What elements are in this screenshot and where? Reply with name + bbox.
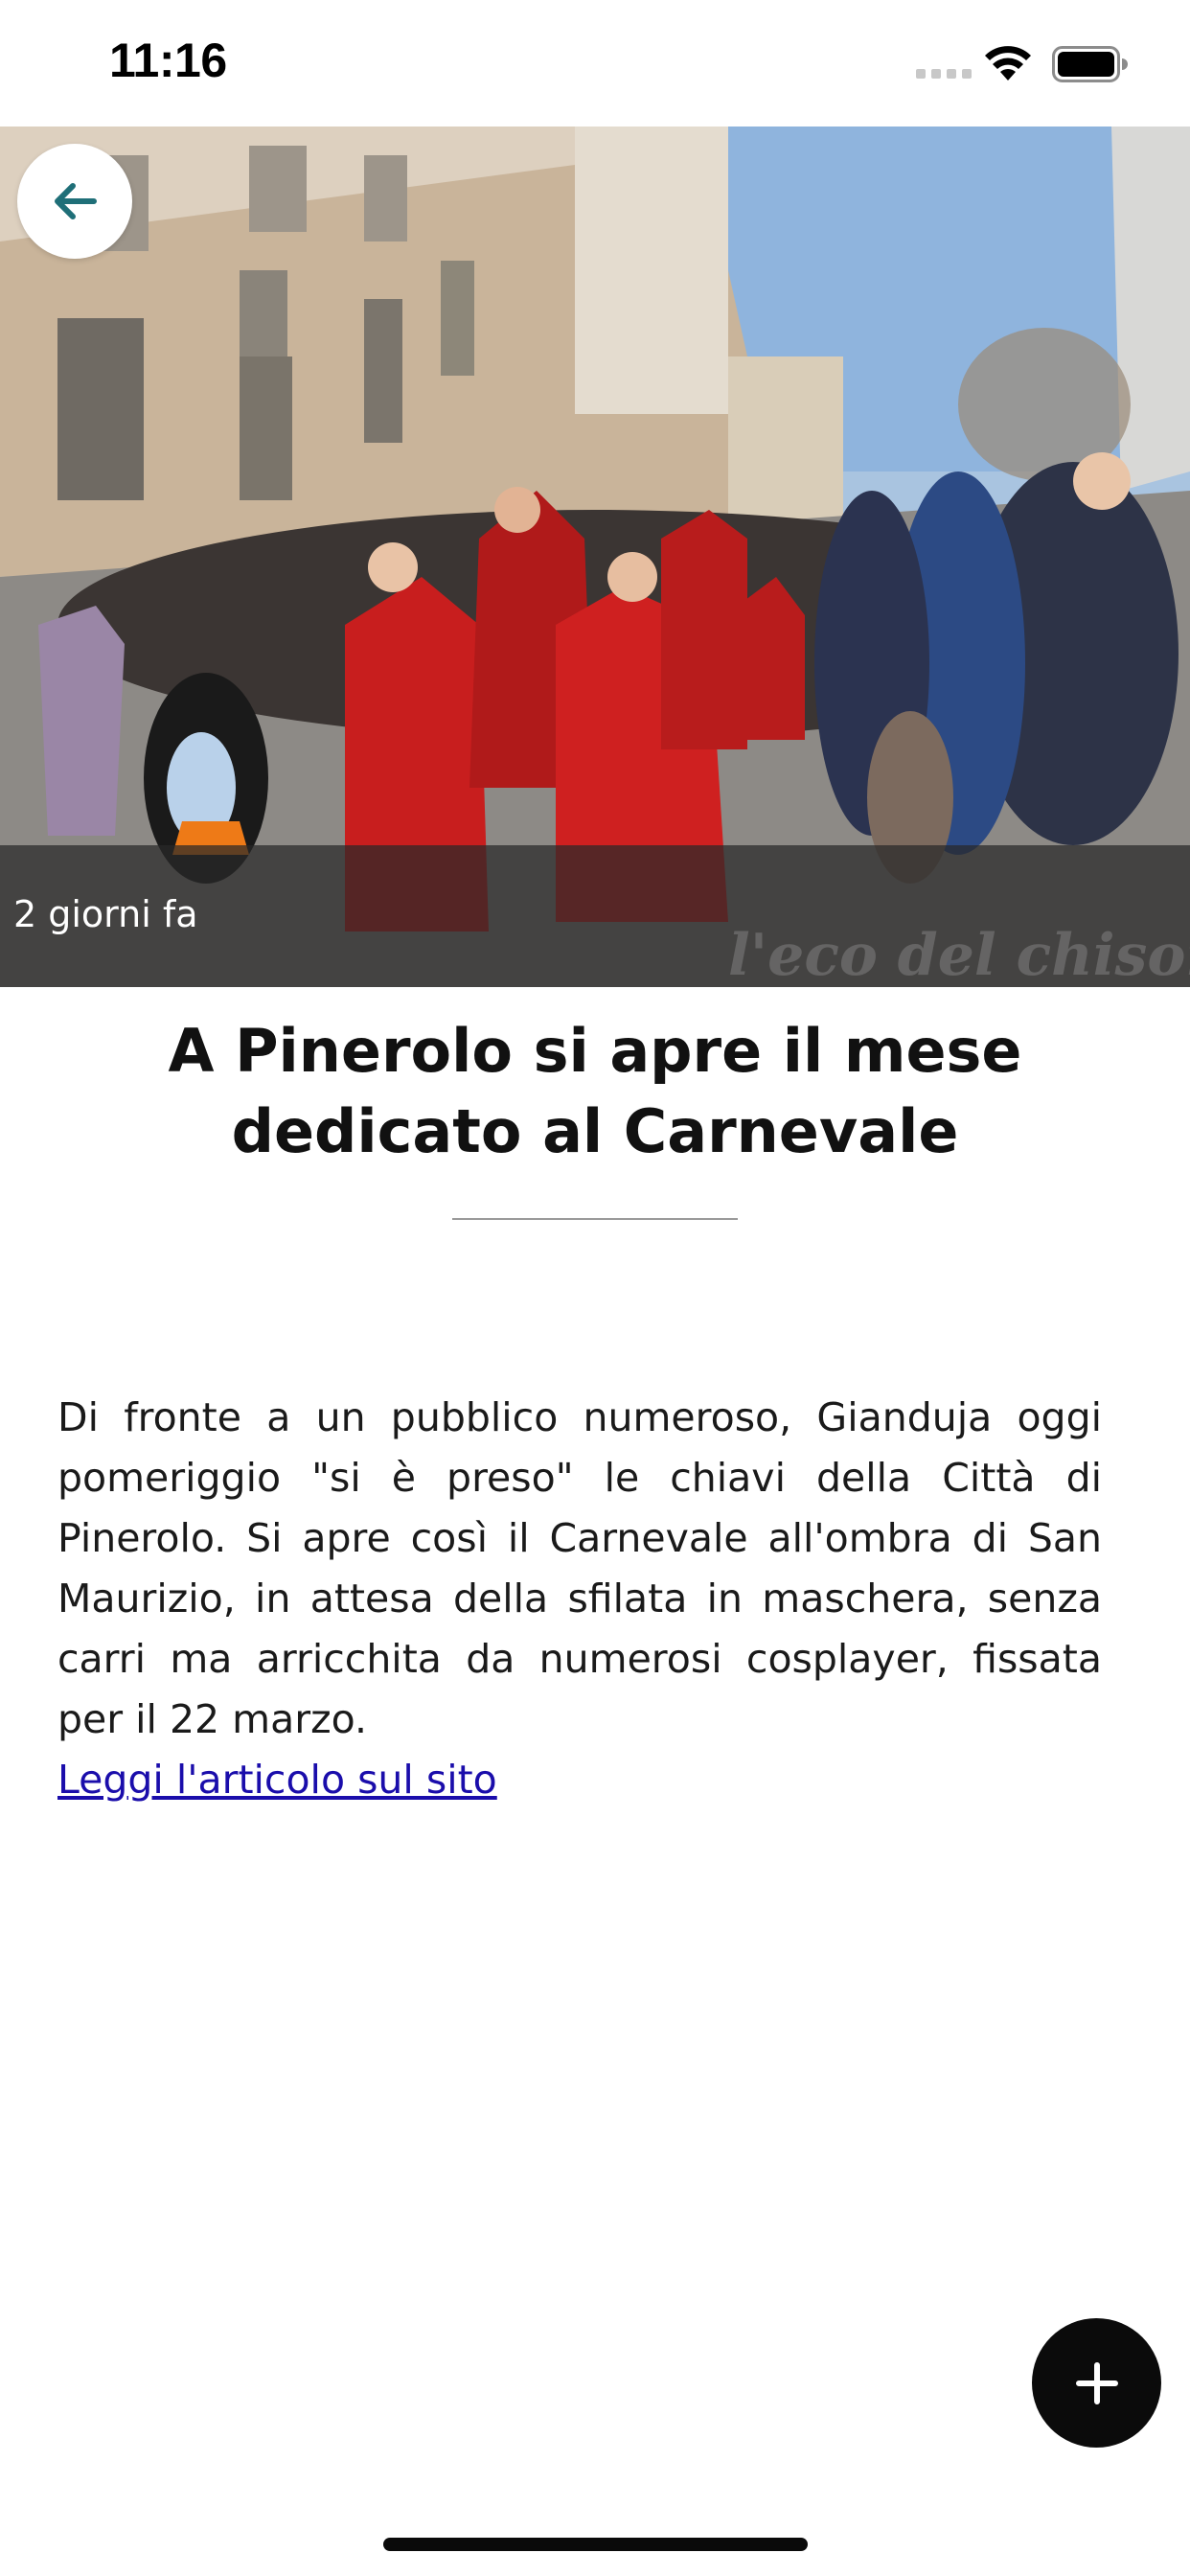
read-on-site-link[interactable]: Leggi l'articolo sul sito	[57, 1750, 497, 1810]
back-button[interactable]	[17, 144, 132, 259]
signal-icon	[916, 69, 972, 79]
article-body: Di fronte a un pubblico numeroso, Giandu…	[57, 1394, 1102, 1742]
article-title: A Pinerolo si apre il mese dedicato al C…	[168, 1016, 1022, 1166]
add-button[interactable]	[1032, 2318, 1161, 2448]
hero-image: l'eco del chisone.it 2 giorni fa	[0, 126, 1190, 987]
plus-icon	[1075, 2361, 1118, 2404]
home-indicator[interactable]	[383, 2538, 808, 2551]
battery-icon	[1052, 46, 1128, 82]
article-date: 2 giorni fa	[13, 893, 198, 935]
watermark: l'eco del chisone.it	[728, 922, 1190, 987]
title-divider	[452, 1218, 738, 1220]
wifi-icon	[985, 46, 1031, 80]
arrow-left-icon	[55, 183, 97, 219]
status-bar: 11:16	[0, 0, 1190, 126]
status-time: 11:16	[109, 34, 227, 87]
